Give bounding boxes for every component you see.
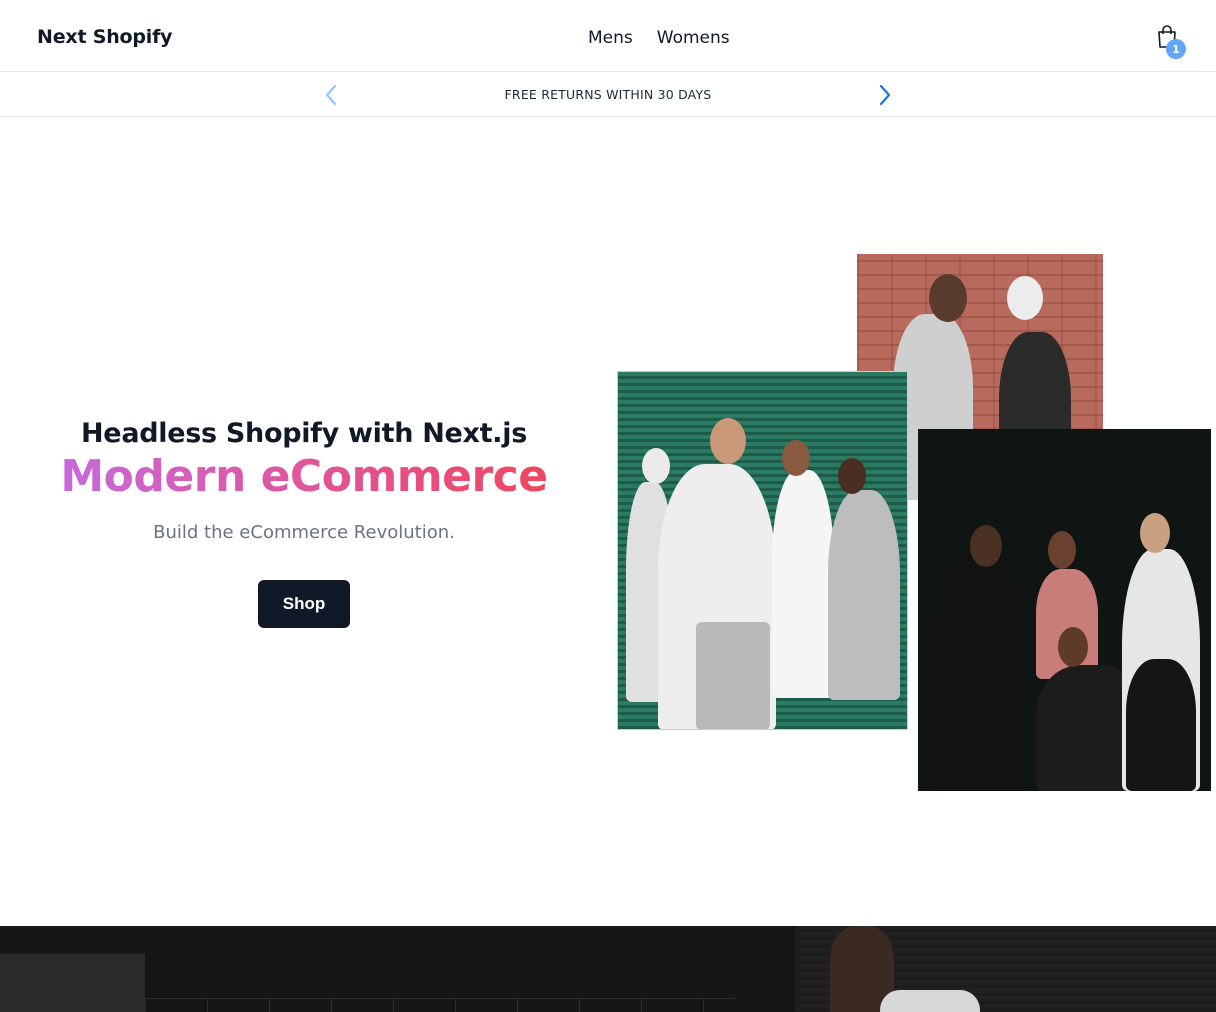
model-figure [772,470,834,698]
site-logo[interactable]: Next Shopify [37,26,173,48]
model-head [710,418,746,464]
model-head [642,448,670,484]
nav-link-womens[interactable]: Womens [657,28,730,48]
hero-eyebrow: Headless Shopify with Next.js [81,418,527,449]
hero-photo-green-shutter [617,371,908,730]
hero-title: Modern eCommerce [40,451,568,502]
model-head [1140,513,1170,553]
model-head [838,458,866,494]
hero-photo-dark-group [918,429,1211,791]
hero-subtitle: Build the eCommerce Revolution. [153,522,455,543]
cart-button[interactable]: 1 [1154,23,1188,59]
model-figure [1126,659,1196,791]
model-figure [932,549,1024,791]
model-head [1007,276,1043,320]
chevron-right-icon [879,84,891,106]
collection-banner [0,926,1216,1012]
announcement-text: FREE RETURNS WITHIN 30 DAYS [504,87,712,102]
model-head [1048,531,1076,569]
banner-texture [0,954,145,1012]
shop-button[interactable]: Shop [258,580,350,628]
main-nav: Mens Womens [588,28,730,48]
model-head [1058,627,1088,667]
announcement-bar: FREE RETURNS WITHIN 30 DAYS [0,72,1216,117]
nav-link-mens[interactable]: Mens [588,28,633,48]
banner-grid-lines [145,998,735,1012]
cart-count-badge: 1 [1166,39,1186,59]
model-head [929,274,967,322]
model-head [782,440,810,476]
site-header: Next Shopify Mens Womens 1 [0,0,1216,72]
hero-section: Headless Shopify with Next.js Modern eCo… [40,418,568,543]
banner-model-shirt [880,990,980,1012]
model-head [970,525,1002,567]
model-figure [828,490,900,700]
announcement-next-button[interactable] [874,83,896,107]
model-figure [696,622,770,729]
